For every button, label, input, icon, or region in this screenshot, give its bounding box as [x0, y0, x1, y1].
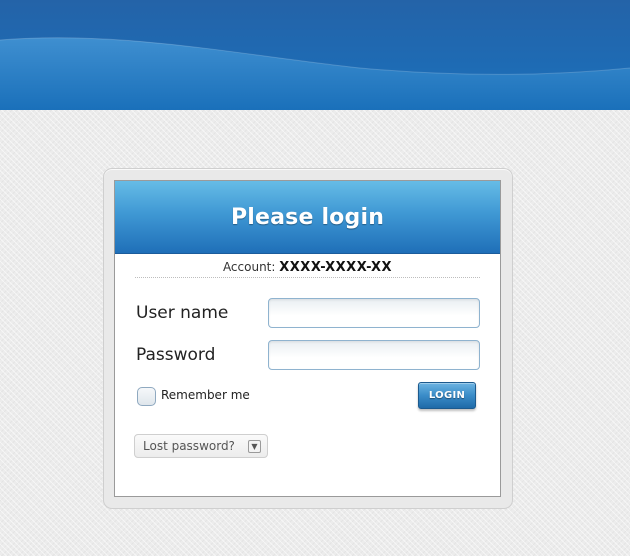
lost-password-button[interactable]: Lost password? ▼ [134, 434, 268, 458]
account-value: XXXX-XXXX-XX [279, 260, 393, 275]
login-panel: Please login Account: XXXX-XXXX-XX User … [114, 180, 501, 497]
password-label: Password [136, 345, 216, 365]
remember-label[interactable]: Remember me [161, 388, 250, 402]
lost-password-label: Lost password? [143, 439, 235, 453]
username-label: User name [136, 303, 229, 323]
top-banner [0, 0, 630, 110]
wave-decoration [0, 37, 630, 110]
password-input[interactable] [268, 340, 480, 370]
panel-title: Please login [230, 204, 385, 230]
account-line: Account: XXXX-XXXX-XX [135, 256, 480, 278]
remember-checkbox[interactable] [137, 387, 156, 406]
login-button[interactable]: LOGIN [418, 382, 476, 409]
account-label: Account: [222, 260, 276, 274]
chevron-down-icon: ▼ [248, 440, 261, 453]
username-input[interactable] [268, 298, 480, 328]
panel-header: Please login [115, 181, 500, 254]
